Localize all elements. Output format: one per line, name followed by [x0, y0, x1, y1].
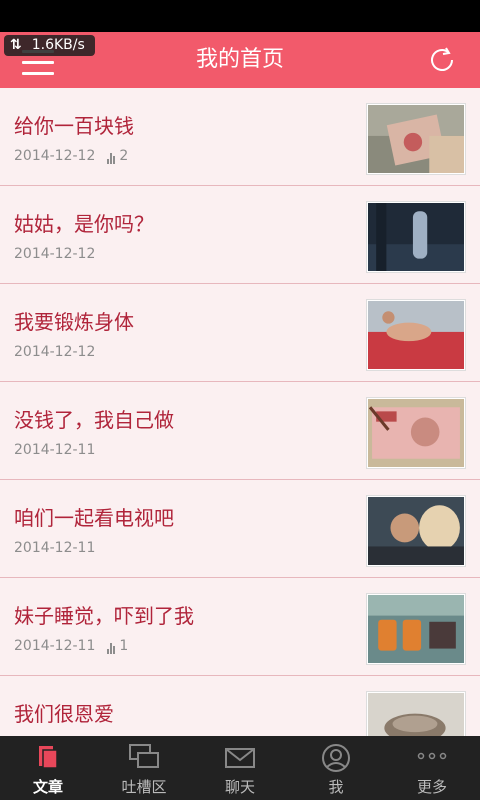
article-title[interactable]: 给你一百块钱	[14, 110, 134, 139]
list-item[interactable]: 姑姑，是你吗？ 2014-12-12	[0, 186, 480, 284]
article-date: 2014-12-12	[14, 344, 96, 360]
network-speed: 1.6KB/s	[31, 37, 85, 53]
article-title[interactable]: 妹子睡觉，吓到了我	[14, 600, 194, 629]
tab-me[interactable]: 我	[288, 736, 384, 800]
article-meta: 2014-12-12	[14, 246, 95, 262]
chat-bubbles-icon	[129, 744, 159, 768]
list-item[interactable]: 妹子睡觉，吓到了我 2014-12-11 1	[0, 578, 480, 676]
tab-complaints[interactable]: 吐槽区	[96, 736, 192, 800]
view-count: 1	[107, 638, 128, 654]
article-title[interactable]: 我们很恩爱	[14, 698, 114, 727]
article-title[interactable]: 咱们一起看电视吧	[14, 502, 174, 531]
envelope-icon	[225, 748, 255, 768]
article-thumbnail[interactable]	[366, 103, 466, 175]
article-meta: 2014-12-11	[14, 442, 95, 458]
article-meta: 2014-12-12 2	[14, 148, 128, 164]
tab-more[interactable]: 更多	[384, 736, 480, 800]
list-item[interactable]: 没钱了，我自己做 2014-12-11	[0, 382, 480, 480]
article-date: 2014-12-11	[14, 442, 96, 458]
article-date: 2014-12-12	[14, 246, 96, 262]
article-icon	[39, 746, 58, 769]
tab-article[interactable]: 文章	[0, 736, 96, 800]
status-bar	[0, 0, 480, 32]
article-date: 2014-12-12	[14, 148, 96, 164]
article-thumbnail[interactable]	[366, 201, 466, 273]
article-meta: 2014-12-12	[14, 344, 95, 360]
article-thumbnail[interactable]	[366, 691, 466, 736]
bar-chart-icon	[107, 643, 116, 654]
view-count: 2	[107, 148, 128, 164]
article-title[interactable]: 没钱了，我自己做	[14, 404, 174, 433]
article-date: 2014-12-11	[14, 540, 96, 556]
article-date: 2014-12-11	[14, 638, 96, 654]
network-speed-badge: ⇅ 1.6KB/s	[4, 35, 95, 56]
article-thumbnail[interactable]	[366, 397, 466, 469]
user-icon	[322, 744, 350, 772]
more-dots-icon	[417, 752, 447, 760]
list-item[interactable]: 我们很恩爱	[0, 676, 480, 736]
article-thumbnail[interactable]	[366, 299, 466, 371]
article-list: 给你一百块钱 2014-12-12 2 姑姑，是你吗？ 2014-12-12 我…	[0, 88, 480, 736]
article-thumbnail[interactable]	[366, 495, 466, 567]
article-title[interactable]: 我要锻炼身体	[14, 306, 134, 335]
article-thumbnail[interactable]	[366, 593, 466, 665]
bottom-tab-bar: 文章 吐槽区 聊天 我 更多	[0, 736, 480, 800]
refresh-icon[interactable]	[426, 44, 458, 76]
bar-chart-icon	[107, 153, 116, 164]
list-item[interactable]: 给你一百块钱 2014-12-12 2	[0, 88, 480, 186]
article-meta: 2014-12-11 1	[14, 638, 128, 654]
list-item[interactable]: 我要锻炼身体 2014-12-12	[0, 284, 480, 382]
tab-chat[interactable]: 聊天	[192, 736, 288, 800]
article-title[interactable]: 姑姑，是你吗？	[14, 208, 154, 237]
list-item[interactable]: 咱们一起看电视吧 2014-12-11	[0, 480, 480, 578]
article-meta: 2014-12-11	[14, 540, 95, 556]
transfer-arrows-icon: ⇅	[10, 37, 22, 53]
